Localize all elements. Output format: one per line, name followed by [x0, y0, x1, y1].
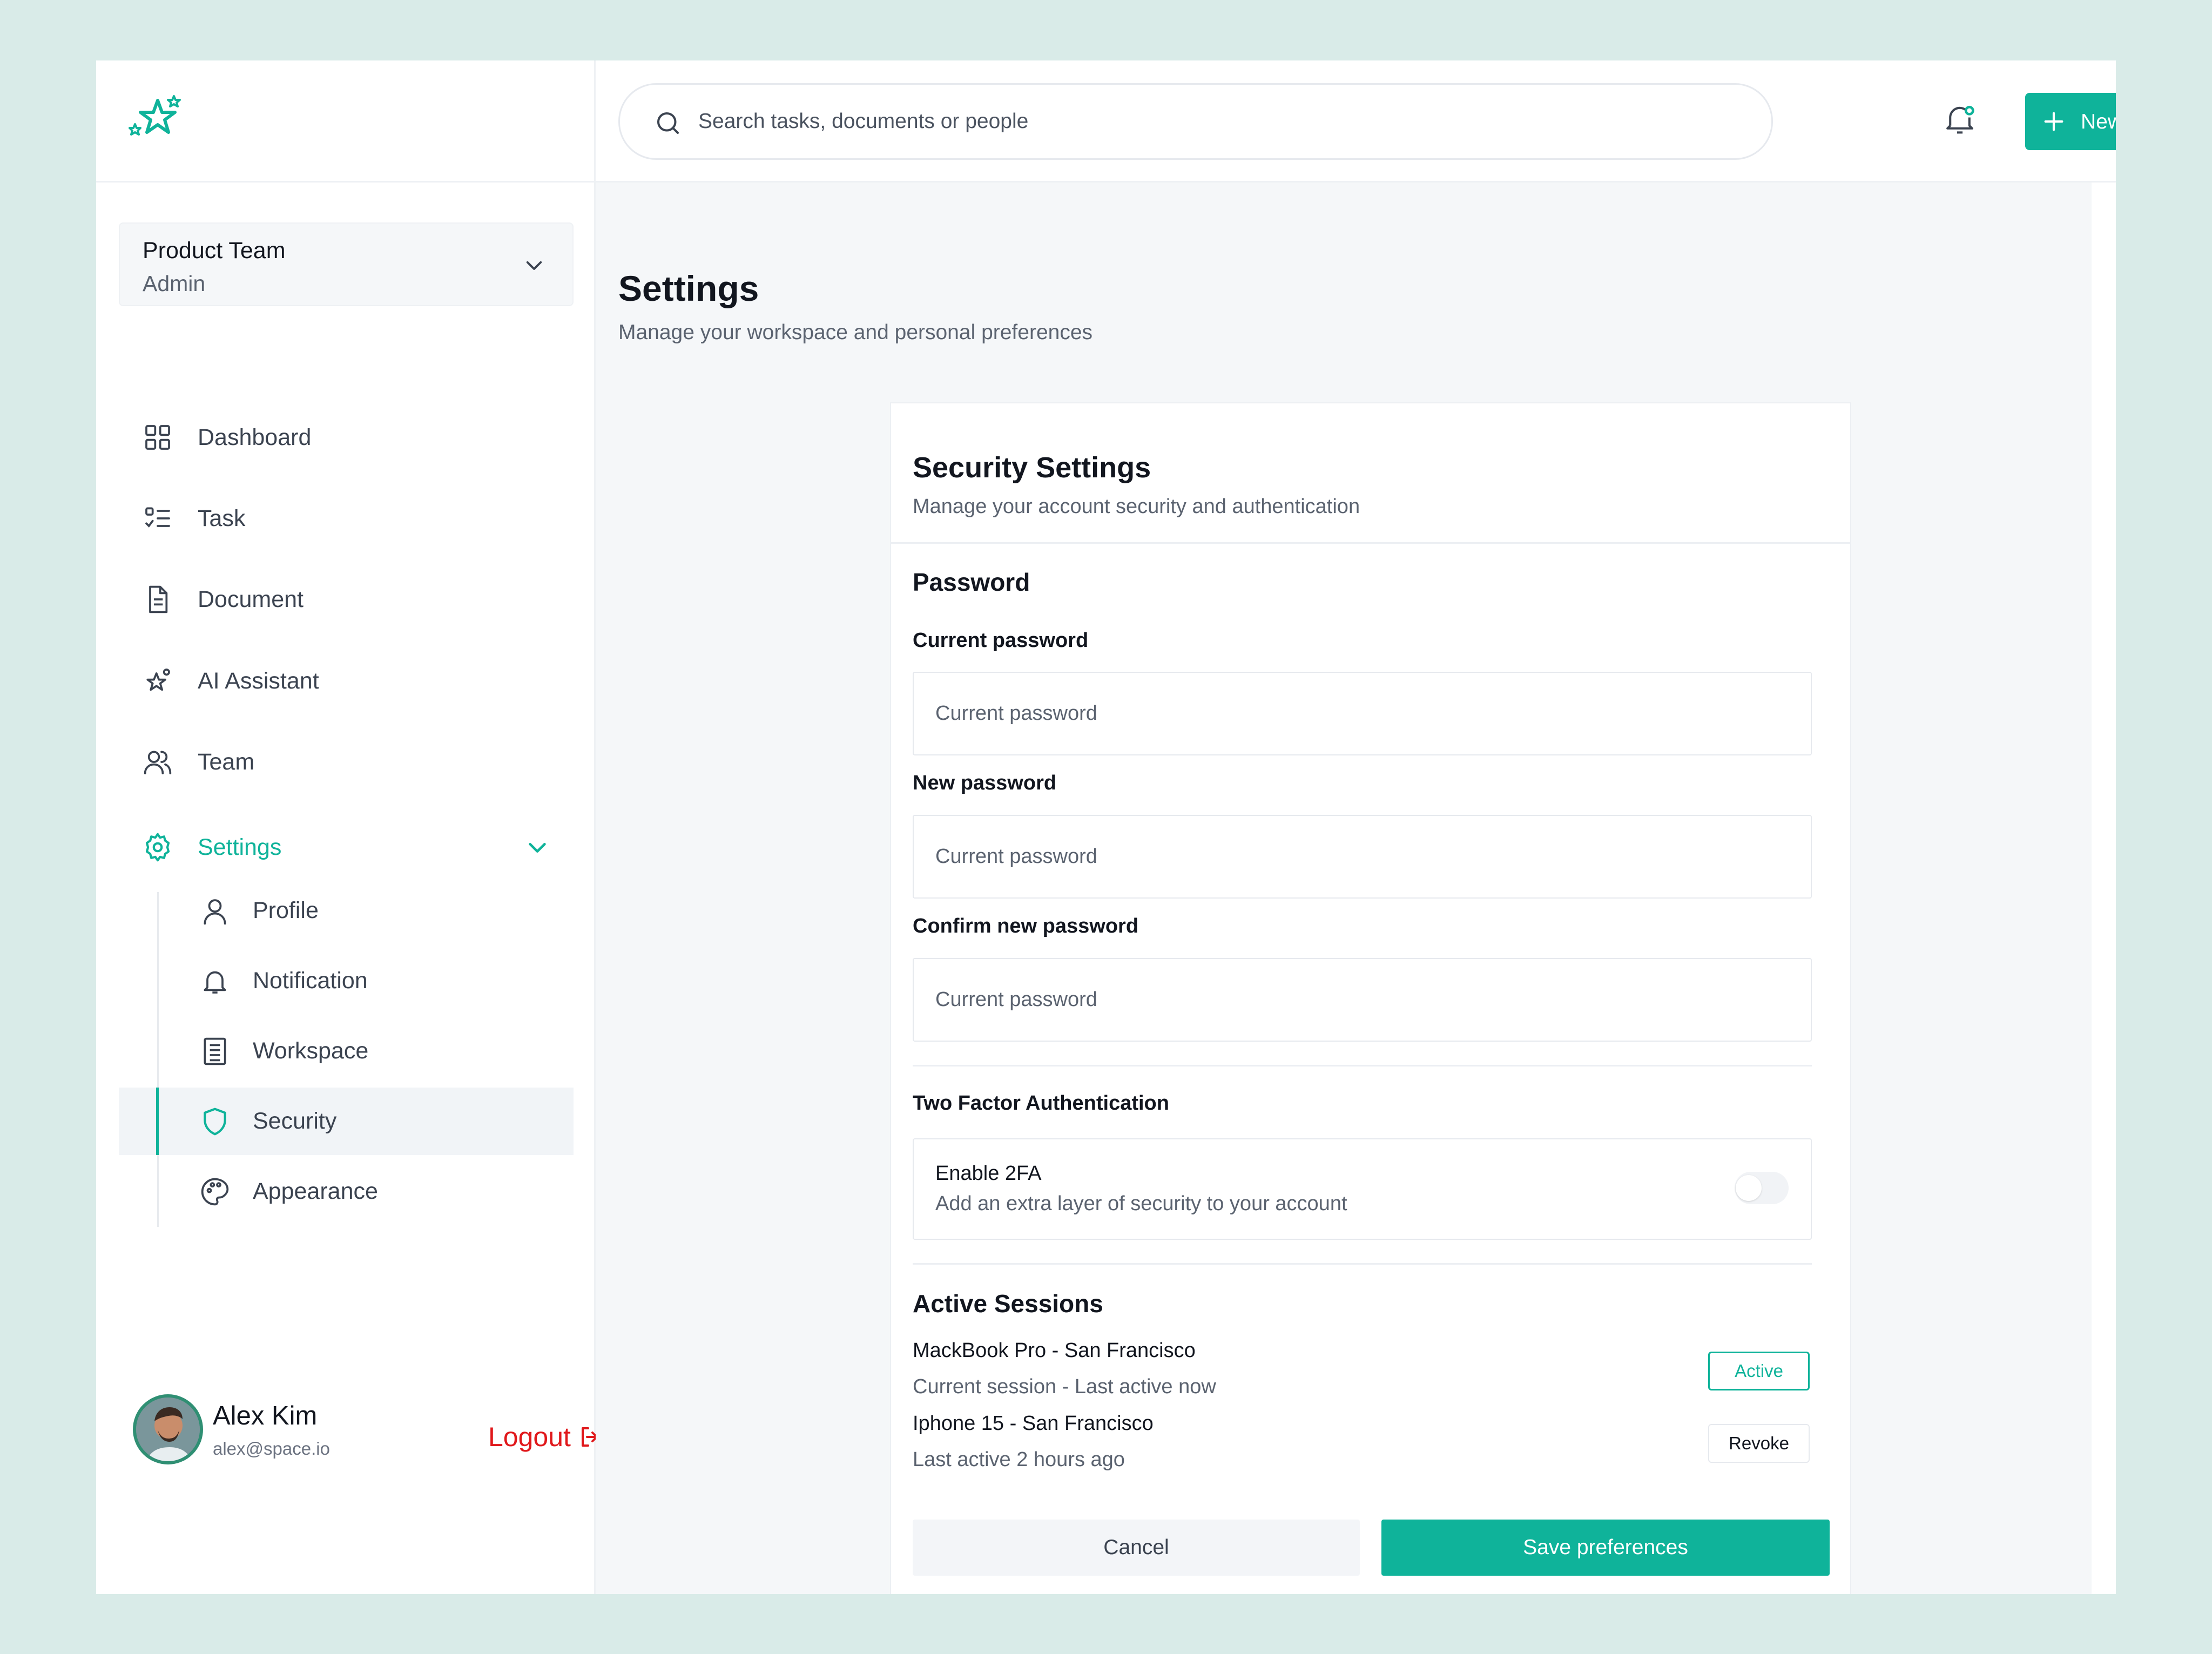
- session-device: MackBook Pro - San Francisco: [913, 1339, 1196, 1362]
- notification-button[interactable]: [1943, 101, 1977, 139]
- sidebar: Product Team Admin Dashboard Task Docume…: [96, 60, 598, 1594]
- sidebar-subitem-security[interactable]: Security: [119, 1088, 574, 1155]
- card-subtitle: Manage your account security and authent…: [913, 495, 1360, 518]
- new-task-button[interactable]: New Task: [2025, 93, 2116, 150]
- sidebar-subitem-label: Workspace: [253, 1038, 369, 1064]
- scrollbar-track[interactable]: [2092, 183, 2116, 1594]
- cancel-button[interactable]: Cancel: [913, 1520, 1360, 1576]
- twofa-toggle[interactable]: [1735, 1172, 1789, 1204]
- user-card: Alex Kim alex@space.io Logout: [133, 1394, 598, 1502]
- workspace-icon: [199, 1035, 231, 1068]
- session-meta: Last active 2 hours ago: [913, 1448, 1125, 1471]
- sidebar-subitem-label: Notification: [253, 968, 368, 994]
- palette-icon: [199, 1176, 231, 1208]
- shield-icon: [199, 1105, 231, 1138]
- divider: [913, 1065, 1812, 1066]
- twofa-setting: Enable 2FA Add an extra layer of securit…: [913, 1138, 1812, 1240]
- workspace-role: Admin: [143, 271, 206, 296]
- workspace-name: Product Team: [143, 238, 286, 264]
- twofa-title: Enable 2FA: [935, 1162, 1042, 1185]
- sidebar-subitem-workspace[interactable]: Workspace: [119, 1017, 574, 1085]
- users-icon: [141, 746, 174, 778]
- search-bar[interactable]: [618, 83, 1773, 160]
- main-content: Settings Manage your workspace and perso…: [596, 183, 2116, 1594]
- sidebar-item-team[interactable]: Team: [141, 732, 574, 792]
- search-input[interactable]: [698, 105, 1724, 138]
- top-bar: New Task: [596, 60, 2116, 183]
- new-password-label: New password: [913, 772, 1057, 794]
- new-task-label: New Task: [2081, 110, 2116, 133]
- chevron-down-icon: [529, 842, 546, 853]
- current-password-label: Current password: [913, 629, 1089, 652]
- user-name: Alex Kim: [213, 1401, 318, 1430]
- session-revoke-button[interactable]: Revoke: [1708, 1424, 1810, 1463]
- user-icon: [199, 895, 231, 927]
- avatar[interactable]: [133, 1394, 203, 1464]
- page-title: Settings: [618, 268, 759, 308]
- sidebar-item-label: Settings: [198, 834, 282, 860]
- window-frame: Product Team Admin Dashboard Task Docume…: [0, 0, 2212, 1654]
- workspace-switcher[interactable]: Product Team Admin: [119, 222, 574, 306]
- chevron-down-icon: [526, 261, 542, 270]
- logout-button[interactable]: Logout: [488, 1421, 603, 1453]
- divider: [913, 1263, 1812, 1265]
- security-settings-card: Security Settings Manage your account se…: [890, 402, 1851, 1594]
- sidebar-subitem-notification[interactable]: Notification: [119, 947, 574, 1015]
- twofa-section-title: Two Factor Authentication: [913, 1092, 1169, 1115]
- card-title: Security Settings: [913, 451, 1151, 484]
- user-email: alex@space.io: [213, 1439, 330, 1459]
- current-password-field[interactable]: [913, 672, 1812, 755]
- sidebar-item-dashboard[interactable]: Dashboard: [141, 408, 574, 467]
- sidebar-item-label: AI Assistant: [198, 667, 319, 694]
- sidebar-item-label: Document: [198, 586, 304, 612]
- twofa-description: Add an extra layer of security to your a…: [935, 1192, 1347, 1215]
- password-section-title: Password: [913, 568, 1030, 596]
- new-password-field[interactable]: [913, 815, 1812, 899]
- sidebar-subitem-label: Profile: [253, 897, 319, 923]
- plus-icon: [2044, 112, 2063, 131]
- bell-icon: [199, 965, 231, 997]
- session-device: Iphone 15 - San Francisco: [913, 1412, 1154, 1435]
- card-header: Security Settings Manage your account se…: [891, 403, 1850, 544]
- sidebar-subitem-label: Security: [253, 1108, 337, 1134]
- session-meta: Current session - Last active now: [913, 1375, 1216, 1398]
- confirm-password-label: Confirm new password: [913, 915, 1139, 937]
- search-icon: [657, 112, 679, 134]
- sidebar-item-label: Task: [198, 505, 246, 531]
- sessions-section-title: Active Sessions: [913, 1290, 1103, 1318]
- checklist-icon: [141, 502, 174, 535]
- bell-icon: [1946, 105, 1974, 134]
- document-icon: [141, 583, 174, 616]
- save-preferences-button[interactable]: Save preferences: [1381, 1520, 1830, 1576]
- page-subtitle: Manage your workspace and personal prefe…: [618, 321, 1093, 344]
- session-active-button[interactable]: Active: [1708, 1352, 1810, 1390]
- sidebar-item-task[interactable]: Task: [141, 489, 574, 548]
- sidebar-item-label: Dashboard: [198, 424, 312, 450]
- app-window: Product Team Admin Dashboard Task Docume…: [96, 60, 2116, 1594]
- sidebar-item-settings[interactable]: Settings: [141, 818, 574, 877]
- logo-area: [96, 60, 596, 183]
- logout-label: Logout: [488, 1422, 571, 1452]
- sidebar-subitem-label: Appearance: [253, 1178, 378, 1204]
- confirm-password-field[interactable]: [913, 958, 1812, 1042]
- stars-logo-icon: [129, 95, 181, 136]
- sparkle-icon: [141, 665, 174, 697]
- sidebar-item-document[interactable]: Document: [141, 570, 574, 629]
- sidebar-item-ai-assistant[interactable]: AI Assistant: [141, 651, 574, 711]
- grid-icon: [141, 421, 174, 454]
- sidebar-subitem-appearance[interactable]: Appearance: [119, 1158, 574, 1225]
- sidebar-subitem-profile[interactable]: Profile: [119, 877, 574, 944]
- sidebar-item-label: Team: [198, 748, 255, 775]
- gear-icon: [141, 831, 174, 863]
